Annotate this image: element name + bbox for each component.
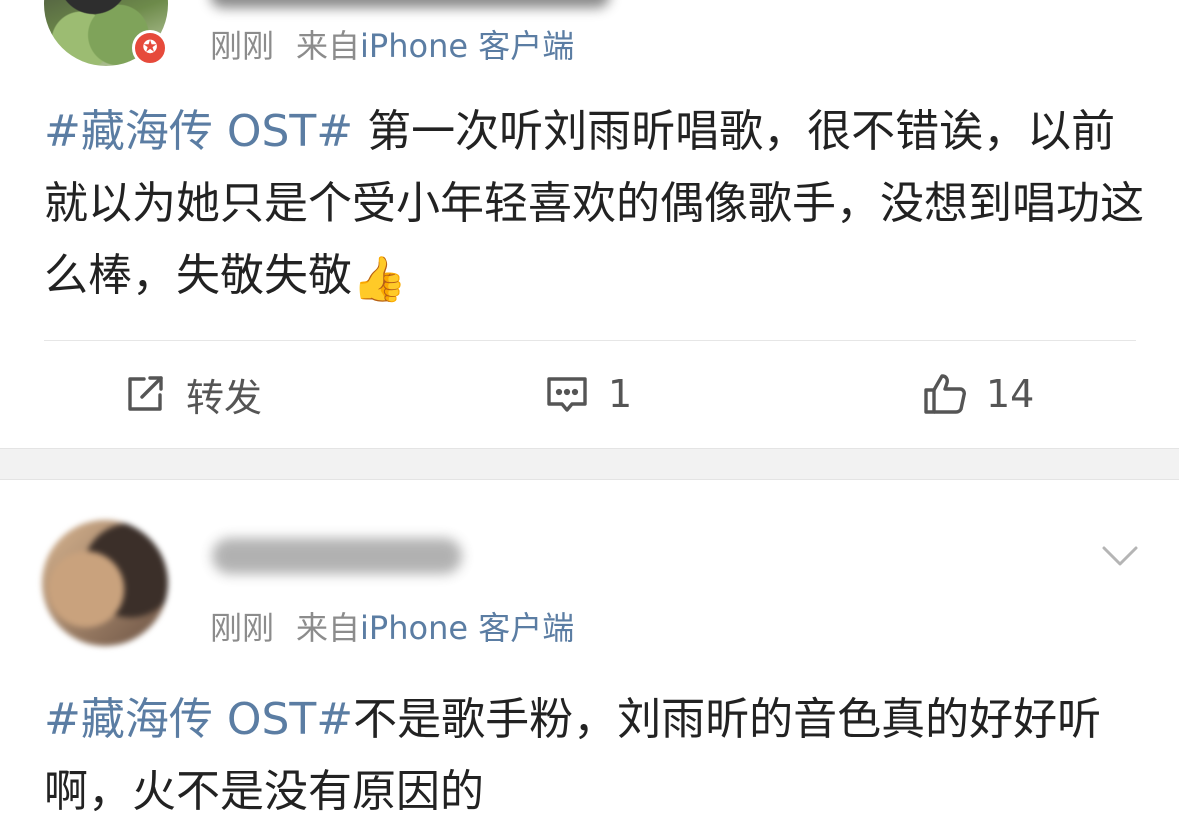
divider xyxy=(44,340,1136,341)
post-text: #藏海传 OST#不是歌手粉，刘雨昕的音色真的好好听啊，火不是没有原因的 xyxy=(44,684,1144,828)
thumbs-up-icon xyxy=(924,374,966,414)
source-client-link[interactable]: iPhone 客户端 xyxy=(360,609,574,647)
comment-count: 1 xyxy=(608,372,633,416)
source-prefix: 来自 xyxy=(296,609,361,647)
username-obscured[interactable] xyxy=(210,0,610,8)
share-square-icon xyxy=(128,376,163,411)
verified-badge-icon: ✪ xyxy=(132,30,168,66)
repost-label: 转发 xyxy=(186,375,263,420)
user-avatar[interactable] xyxy=(42,520,168,646)
weibo-post-2: 刚刚 来自iPhone 客户端 #藏海传 OST#不是歌手粉，刘雨昕的音色真的好好… xyxy=(0,480,1179,817)
username-obscured[interactable] xyxy=(212,538,462,574)
feed-separator xyxy=(0,448,1179,480)
hashtag-link[interactable]: #藏海传 OST# xyxy=(44,694,353,745)
repost-button[interactable]: 转发 xyxy=(122,352,262,436)
post-time: 刚刚 xyxy=(210,609,275,647)
source-client-link[interactable]: iPhone 客户端 xyxy=(360,27,574,65)
post-meta: 刚刚 来自iPhone 客户端 xyxy=(210,608,574,648)
comment-bubble-icon xyxy=(547,377,587,412)
source-prefix: 来自 xyxy=(296,27,361,65)
like-count: 14 xyxy=(986,372,1035,416)
post-meta: 刚刚 来自iPhone 客户端 xyxy=(210,26,574,66)
hashtag-link[interactable]: #藏海传 OST# xyxy=(44,106,353,157)
weibo-post-1: ✪ 刚刚 来自iPhone 客户端 #藏海传 OST# 第一次听刘雨昕唱歌，很不错… xyxy=(0,0,1179,448)
comment-button[interactable]: 1 xyxy=(544,352,632,436)
action-bar: 转发 1 14 xyxy=(0,352,1179,436)
post-time: 刚刚 xyxy=(210,27,275,65)
thumbs-up-emoji-icon: 👍 xyxy=(352,254,407,305)
like-button[interactable]: 14 xyxy=(922,352,1034,436)
chevron-down-icon[interactable] xyxy=(1100,536,1140,576)
post-text: #藏海传 OST# 第一次听刘雨昕唱歌，很不错诶，以前就以为她只是个受小年轻喜欢… xyxy=(44,96,1144,312)
